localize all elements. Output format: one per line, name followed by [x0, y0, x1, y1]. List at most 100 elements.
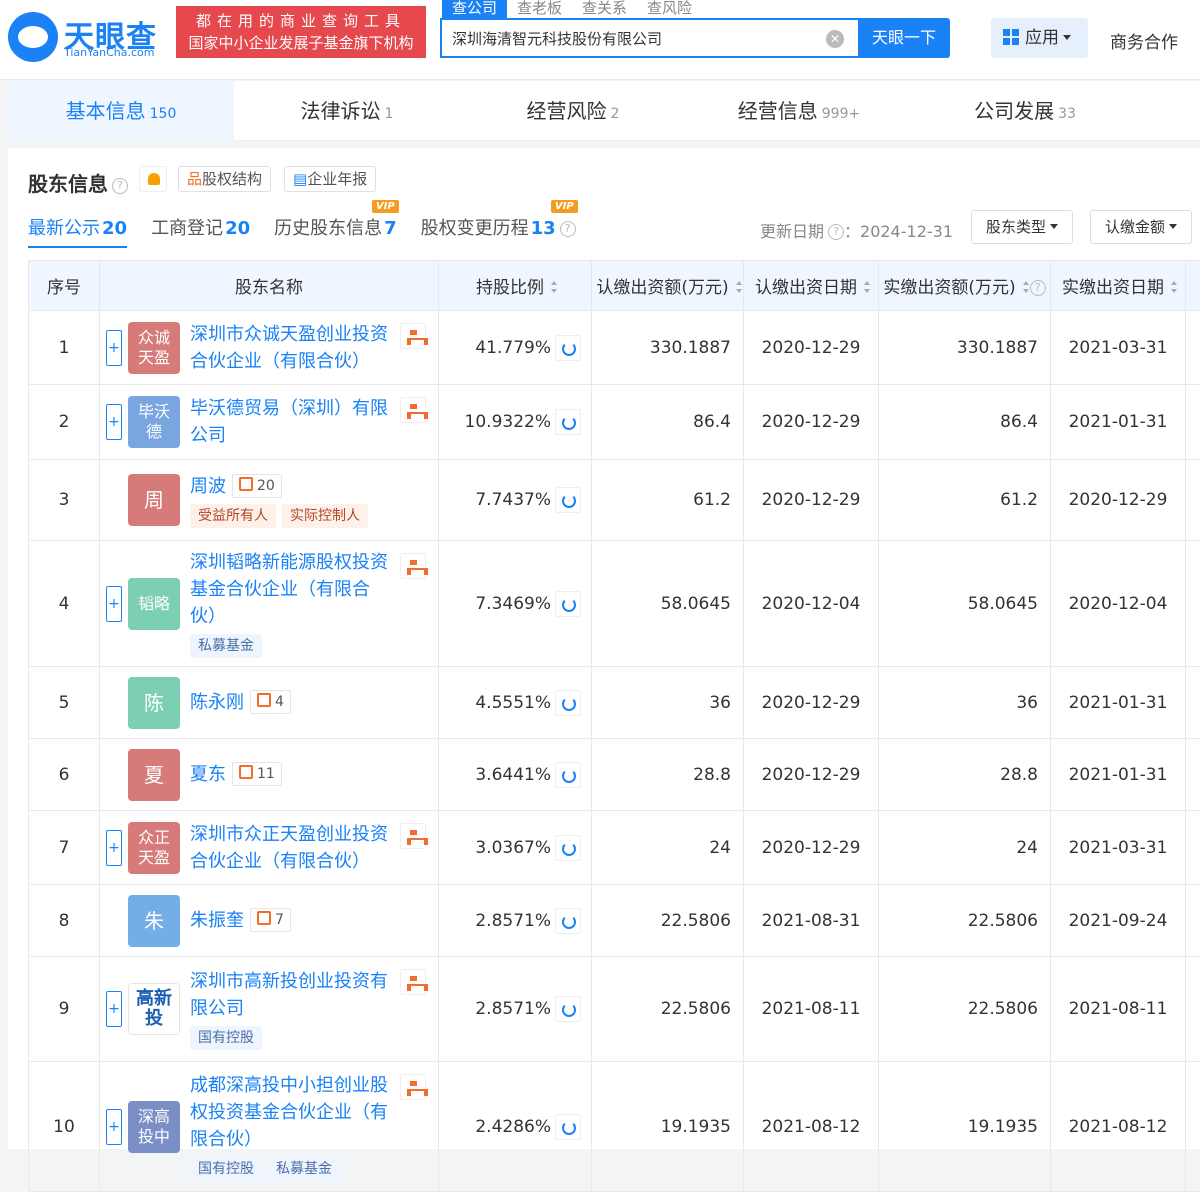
sub-date-cell: 2020-12-29 — [744, 667, 879, 739]
pie-chart-icon[interactable] — [555, 409, 581, 435]
subtab-count: 20 — [225, 218, 250, 239]
shareholder-name[interactable]: 成都深高投中小担创业股权投资基金合伙企业（有限合伙） — [190, 1072, 428, 1153]
structure-icon[interactable] — [400, 553, 426, 579]
name-cell: +高新投深圳市高新投创业投资有限公司国有控股 — [100, 957, 439, 1062]
subtab-history[interactable]: VIP历史股东信息7 — [274, 214, 397, 248]
expand-button[interactable]: + — [106, 1109, 122, 1145]
structure-icon[interactable] — [400, 823, 426, 849]
sub-date-cell: 2021-08-11 — [744, 957, 879, 1062]
sort-icon — [548, 281, 554, 293]
app-menu-button[interactable]: 应用 — [991, 18, 1088, 58]
tab-count: 1 — [385, 106, 394, 122]
promo-banner[interactable]: 都在用的商业查询工具 国家中小企业发展子基金旗下机构 — [176, 6, 426, 58]
site-logo[interactable]: 天眼查 TianYanCha.com — [8, 10, 168, 62]
ratio-value: 2.4286% — [475, 1117, 551, 1137]
paid-amount-cell: 58.0645 — [879, 541, 1051, 667]
col-paid-amount[interactable]: 实缴出资额(万元)? — [879, 261, 1051, 311]
search-tab-company[interactable]: 查公司 — [442, 0, 507, 18]
tab-development[interactable]: 公司发展33 — [912, 81, 1138, 141]
name-cell: 周周波20受益所有人实际控制人 — [100, 460, 439, 541]
ratio-value: 2.8571% — [475, 999, 551, 1019]
relation-count[interactable]: 20 — [232, 474, 282, 498]
tab-label: 经营风险 — [527, 99, 607, 123]
tab-basic-info[interactable]: 基本信息150 — [8, 81, 234, 141]
shareholder-name[interactable]: 陈永刚4 — [190, 689, 428, 716]
bell-icon[interactable] — [139, 166, 167, 192]
help-icon[interactable]: ? — [112, 178, 128, 194]
shareholder-type-dropdown[interactable]: 股东类型 — [971, 210, 1073, 244]
expand-button[interactable]: + — [106, 830, 122, 866]
help-icon[interactable]: ? — [828, 224, 844, 240]
pie-chart-icon[interactable] — [555, 335, 581, 361]
help-icon[interactable]: ? — [560, 221, 576, 237]
pie-chart-icon[interactable] — [555, 835, 581, 861]
shareholder-name[interactable]: 深圳韬略新能源股权投资基金合伙企业（有限合伙） — [190, 549, 428, 630]
pie-chart-icon[interactable] — [555, 591, 581, 617]
tab-risk[interactable]: 经营风险2 — [460, 81, 686, 141]
search-tab-risk[interactable]: 查风险 — [637, 0, 702, 18]
expand-button[interactable]: + — [106, 991, 122, 1027]
pie-chart-icon[interactable] — [555, 690, 581, 716]
structure-icon[interactable] — [400, 1074, 426, 1100]
search-tab-relation[interactable]: 查关系 — [572, 0, 637, 18]
shareholder-subtabs: 最新公示20 工商登记20 VIP历史股东信息7 VIP股权变更历程13? — [28, 214, 600, 248]
shareholder-name[interactable]: 深圳市众诚天盈创业投资合伙企业（有限合伙） — [190, 321, 428, 375]
search-input[interactable] — [452, 29, 812, 47]
pie-chart-icon[interactable] — [555, 908, 581, 934]
shareholder-name[interactable]: 周波20 — [190, 473, 428, 500]
name-cell: 夏夏东11 — [100, 739, 439, 811]
structure-icon[interactable] — [400, 969, 426, 995]
business-link[interactable]: 商务合作 — [1110, 28, 1178, 53]
expand-button[interactable]: + — [106, 330, 122, 366]
search-tab-boss[interactable]: 查老板 — [507, 0, 572, 18]
subtab-latest[interactable]: 最新公示20 — [28, 214, 127, 248]
sub-date-cell: 2021-08-31 — [744, 885, 879, 957]
row-index: 3 — [29, 460, 100, 541]
col-sub-date[interactable]: 认缴出资日期 — [744, 261, 879, 311]
shareholder-name[interactable]: 朱振奎 7 — [190, 907, 428, 934]
structure-icon[interactable] — [400, 323, 426, 349]
col-paid-date[interactable]: 实缴出资日期 — [1051, 261, 1186, 311]
paid-amount-cell: 22.5806 — [879, 885, 1051, 957]
amount-dropdown[interactable]: 认缴金额 — [1090, 210, 1192, 244]
paid-date-cell: 2021-03-31 — [1051, 811, 1186, 885]
shareholder-name-text: 朱振奎 — [190, 910, 244, 931]
extra-cell — [1186, 739, 1200, 811]
structure-icon: 品 — [187, 170, 202, 188]
pie-chart-icon[interactable] — [555, 487, 581, 513]
paid-amount-cell: 330.1887 — [879, 311, 1051, 385]
pie-chart-icon[interactable] — [555, 1114, 581, 1140]
tag: 私募基金 — [190, 634, 262, 658]
tab-operation[interactable]: 经营信息999+ — [686, 81, 912, 141]
search-button[interactable]: 天眼一下 — [858, 18, 950, 58]
tab-legal[interactable]: 法律诉讼1 — [234, 81, 460, 141]
col-ratio[interactable]: 持股比例 — [439, 261, 592, 311]
help-icon[interactable]: ? — [1030, 280, 1046, 296]
pie-chart-icon[interactable] — [555, 762, 581, 788]
relation-count[interactable]: 11 — [232, 762, 282, 786]
shareholder-name[interactable]: 毕沃德贸易（深圳）有限公司 — [190, 395, 428, 449]
row-index: 8 — [29, 885, 100, 957]
subtab-changes[interactable]: VIP股权变更历程13? — [421, 214, 576, 248]
table-row: 10+深高投中成都深高投中小担创业股权投资基金合伙企业（有限合伙）国有控股私募基… — [29, 1062, 1200, 1192]
shareholder-name[interactable]: 夏东11 — [190, 761, 428, 788]
col-sub-amount[interactable]: 认缴出资额(万元) — [592, 261, 744, 311]
relation-count[interactable]: 4 — [250, 690, 291, 714]
row-index: 6 — [29, 739, 100, 811]
shareholder-name[interactable]: 深圳市众正天盈创业投资合伙企业（有限合伙） — [190, 821, 428, 875]
pie-chart-icon[interactable] — [555, 996, 581, 1022]
logo-subtext: TianYanCha.com — [64, 46, 154, 59]
row-index: 4 — [29, 541, 100, 667]
extra-cell — [1186, 385, 1200, 460]
clear-icon[interactable]: ✕ — [826, 30, 844, 48]
shareholder-name[interactable]: 深圳市高新投创业投资有限公司 — [190, 968, 428, 1022]
equity-structure-button[interactable]: 品股权结构 — [178, 166, 271, 192]
relation-count[interactable]: 7 — [250, 908, 291, 932]
expand-button[interactable]: + — [106, 586, 122, 622]
ratio-cell: 2.8571% — [439, 957, 592, 1062]
expand-button[interactable]: + — [106, 404, 122, 440]
dropdown-label: 股东类型 — [986, 218, 1046, 236]
structure-icon[interactable] — [400, 397, 426, 423]
annual-report-button[interactable]: ▤企业年报 — [284, 166, 376, 192]
subtab-registration[interactable]: 工商登记20 — [151, 214, 250, 248]
